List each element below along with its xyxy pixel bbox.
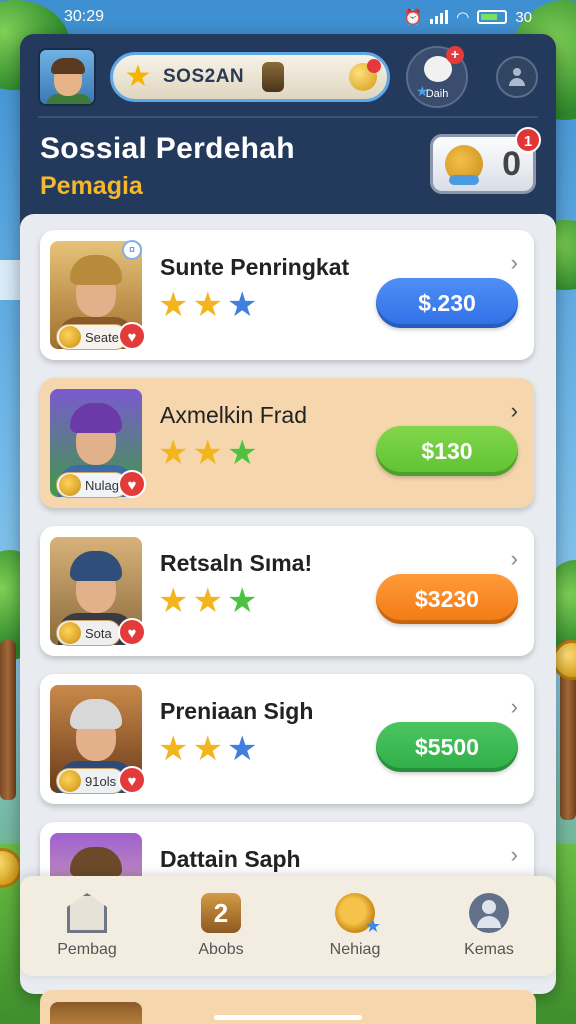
tag-icon [59,770,81,792]
price-button[interactable]: $130 [376,426,518,476]
chevron-right-icon[interactable]: › [511,546,518,572]
chevron-right-icon[interactable]: › [511,842,518,868]
inbox-count: 0 [502,144,521,183]
main-panel: ★ SOS2AN + ★ Daih Sossial Perdehah Pemag… [20,34,556,994]
notification-badge: 1 [515,127,541,153]
character-tag: Sota [56,620,121,646]
inbox-button[interactable]: 0 1 [430,127,541,194]
nav-item-abobs[interactable]: 2 Abobs [166,893,276,959]
chevron-right-icon[interactable]: › [511,250,518,276]
star-rating: ★ ★ ★ [158,286,258,324]
search-text: SOS2AN [163,66,245,87]
heart-icon[interactable]: ♥ [118,470,146,498]
page-subtitle: Pemagia [40,172,143,200]
lantern-icon [262,62,285,92]
nav-item-pembag[interactable]: Pembag [32,893,142,959]
character-name: Axmelkin Frad [160,402,307,428]
home-icon [67,893,107,933]
list-item[interactable]: Sota ♥ Retsaln Sıma! ★ ★ ★ $3230 › [40,526,534,656]
price-button[interactable]: $.230 [376,278,518,328]
profile-icon [508,68,526,86]
rank-badge-icon: 2 [201,893,241,933]
battery-icon [477,10,508,24]
status-time: 30:29 [64,8,105,25]
tag-label: Sota [85,625,112,641]
signal-icon [430,10,449,24]
nav-label: Kemas [464,941,514,958]
price-button[interactable]: $3230 [376,574,518,624]
star-icon: ★ [124,60,152,93]
nav-item-kemas[interactable]: Kemas [434,893,544,959]
tag-icon [59,326,81,348]
character-name: Dattain Saph [160,846,301,872]
battery-level: 30 [515,8,532,26]
plus-icon: + [446,46,464,64]
wifi-icon: ◠ [456,9,470,26]
price-button[interactable]: $5500 [376,722,518,772]
pet-label: Daih [425,88,449,100]
star-rating: ★ ★ ★ [158,582,258,620]
character-portrait [50,1002,142,1024]
chevron-right-icon[interactable]: › [511,694,518,720]
character-name: Sunte Penringkat [160,254,350,280]
bottom-navigation: Pembag 2 Abobs Nehiag Kemas [20,876,556,976]
tag-label: Nulag [85,477,119,493]
gear-star-icon [335,893,381,937]
tag-label: Seate [85,329,119,345]
status-bar: 30:29 ⏰ ◠ 30 [0,0,576,34]
page-title: Sossial Perdehah [40,132,295,165]
character-name: Preniaan Sigh [160,698,314,724]
star-rating: ★ ★ ★ [158,730,258,768]
profile-button[interactable] [496,56,538,98]
list-item[interactable]: Nulag ♥ Axmelkin Frad ★ ★ ★ $130 › [40,378,534,508]
coin-icon[interactable] [349,59,381,91]
top-bar: ★ SOS2AN + ★ Daih [38,44,538,110]
info-icon: ¤ [122,240,142,260]
header-divider [38,116,538,118]
nav-label: Pembag [57,941,117,958]
nav-label: Abobs [198,941,244,958]
heart-icon[interactable]: ♥ [118,618,146,646]
pet-button[interactable]: + ★ Daih [406,46,468,108]
player-avatar[interactable] [38,48,96,106]
home-indicator[interactable] [214,1015,362,1020]
alarm-icon: ⏰ [403,9,423,26]
list-item[interactable]: 91ols ♥ Preniaan Sigh ★ ★ ★ $5500 › [40,674,534,804]
user-icon [469,893,509,933]
nav-label: Nehiag [329,941,381,958]
chevron-right-icon[interactable]: › [511,398,518,424]
tag-icon [59,622,81,644]
tag-icon [59,474,81,496]
character-tag: 91ols [56,768,126,794]
tag-label: 91ols [85,773,117,789]
star-rating: ★ ★ ★ [158,434,258,472]
heart-icon[interactable]: ♥ [118,766,146,794]
nav-item-nehiag[interactable]: Nehiag [300,893,410,959]
character-name: Retsaln Sıma! [160,550,313,576]
creature-icon [445,145,483,185]
search-bar[interactable]: ★ SOS2AN [110,52,390,102]
list-item[interactable]: ¤ Seate ♥ Sunte Penringkat ★ ★ ★ $.230 › [40,230,534,360]
heart-icon[interactable]: ♥ [118,322,146,350]
